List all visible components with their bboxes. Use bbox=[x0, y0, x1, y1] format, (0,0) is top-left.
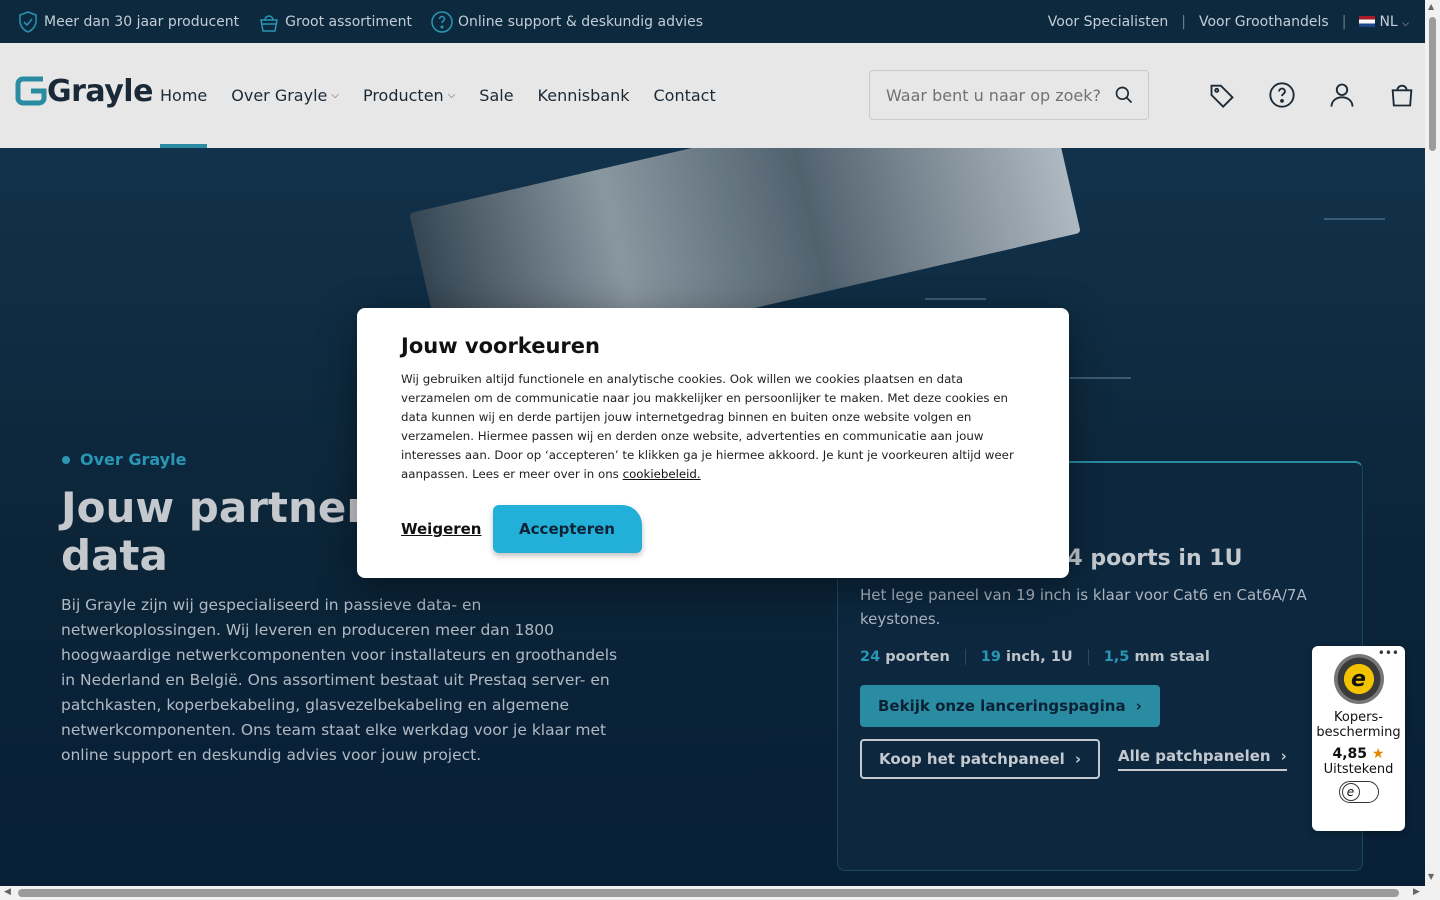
rating-quality: Uitstekend bbox=[1323, 762, 1394, 777]
scroll-left-icon[interactable]: ◀ bbox=[4, 887, 11, 897]
cookie-modal: Jouw voorkeuren Wij gebruiken altijd fun… bbox=[357, 308, 1069, 578]
trusted-shops-seal-icon: e bbox=[1333, 654, 1384, 704]
scroll-up-icon[interactable]: ▲ bbox=[1428, 2, 1434, 11]
cookie-text: Wij gebruiken altijd functionele en anal… bbox=[401, 372, 1014, 481]
scroll-right-icon[interactable]: ▶ bbox=[1413, 887, 1420, 897]
reject-cookies-button[interactable]: Weigeren bbox=[401, 520, 482, 538]
score-value: 4,85 bbox=[1332, 746, 1368, 762]
star-icon: ★ bbox=[1371, 746, 1385, 762]
cookie-body: Wij gebruiken altijd functionele en anal… bbox=[401, 370, 1025, 484]
cookie-actions: Weigeren Accepteren bbox=[401, 505, 1025, 553]
trusted-toggle[interactable]: e bbox=[1338, 781, 1379, 803]
rating-score: 4,85 ★ bbox=[1312, 746, 1405, 762]
vertical-scrollbar[interactable]: ▲ ▼ bbox=[1425, 0, 1440, 886]
cookie-title: Jouw voorkeuren bbox=[401, 334, 600, 358]
scrollbar-thumb[interactable] bbox=[18, 889, 1399, 897]
more-options-icon[interactable]: ••• bbox=[1378, 646, 1399, 660]
cookie-policy-link[interactable]: cookiebeleid. bbox=[623, 467, 701, 481]
buyer-protection-label: Kopers-bescherming bbox=[1316, 710, 1401, 740]
scroll-down-icon[interactable]: ▼ bbox=[1428, 872, 1434, 881]
scrollbar-thumb[interactable] bbox=[1429, 17, 1436, 151]
trusted-shops-badge[interactable]: ••• e Kopers-bescherming 4,85 ★ Uitsteke… bbox=[1312, 646, 1405, 831]
horizontal-scrollbar[interactable]: ◀ ▶ bbox=[0, 886, 1440, 900]
accept-cookies-button[interactable]: Accepteren bbox=[492, 505, 642, 553]
trusted-e-icon: e bbox=[1341, 783, 1360, 801]
